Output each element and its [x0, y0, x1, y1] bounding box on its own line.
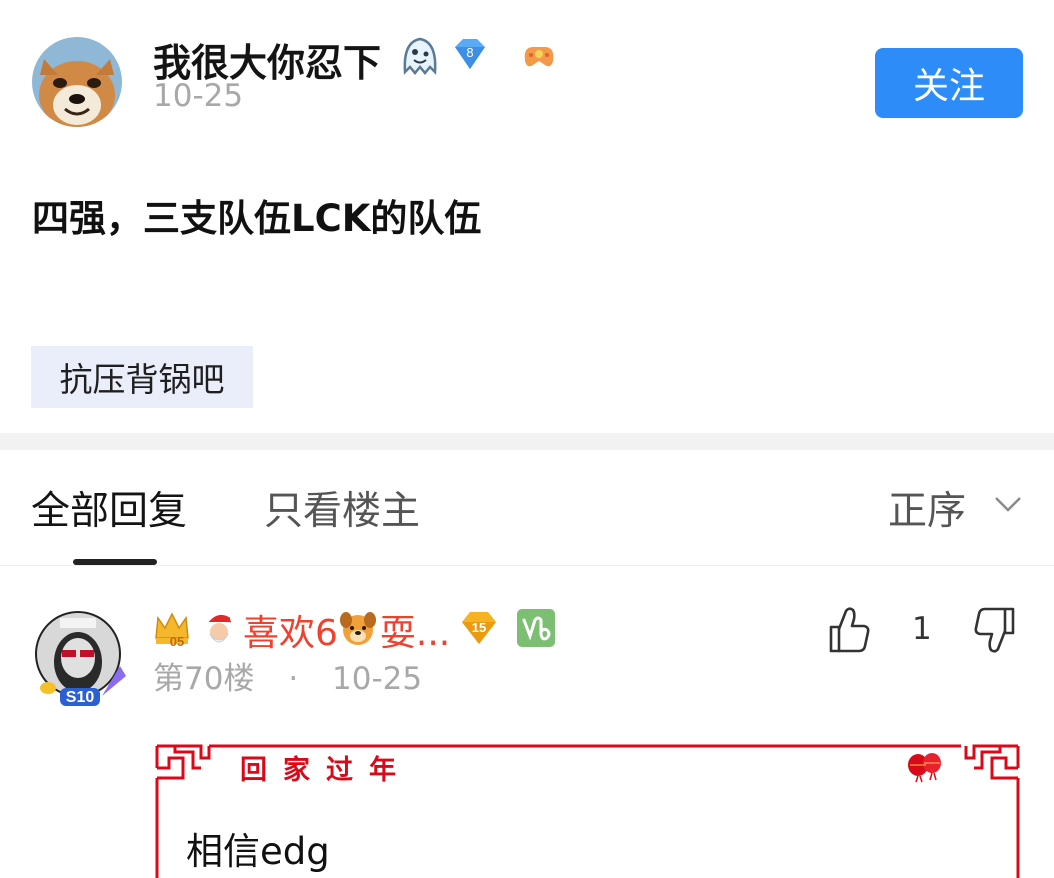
reply-author-row: 05 喜欢6 耍... 15	[153, 605, 556, 655]
santa-emoji-icon	[199, 608, 239, 652]
author-badges: 8	[397, 32, 559, 82]
gamepad-icon	[519, 37, 559, 77]
meta-separator: ·	[288, 661, 299, 697]
reply-tabs: 全部回复 只看楼主 正序	[0, 450, 1054, 566]
chevron-down-icon[interactable]	[992, 492, 1024, 520]
dog-emoji-icon	[338, 608, 378, 652]
post-content: 四强，三支队伍LCK的队伍	[32, 197, 482, 240]
lantern-icon	[904, 747, 946, 787]
tab-op-only[interactable]: 只看楼主	[264, 480, 420, 536]
tab-all-replies[interactable]: 全部回复	[31, 480, 187, 536]
reply-item: S10 05 喜欢6 耍... 15 第70楼 · 10-25 1 回家过年 相…	[0, 567, 1054, 878]
reply-date: 10-25	[332, 661, 423, 697]
avatar-badge-text: S10	[66, 689, 95, 706]
reply-author-name-suffix[interactable]: 耍...	[380, 604, 450, 656]
svg-text:8: 8	[466, 45, 473, 60]
author-avatar[interactable]	[32, 37, 122, 127]
ghost-emoji-icon	[397, 32, 443, 82]
like-count: 1	[912, 611, 932, 647]
post-date: 10-25	[153, 78, 244, 114]
thumbs-up-icon[interactable]	[826, 605, 872, 659]
svg-text:05: 05	[170, 634, 184, 648]
follow-button[interactable]: 关注	[875, 48, 1023, 118]
thumbs-down-icon[interactable]	[972, 605, 1018, 659]
crown-icon: 05	[153, 608, 191, 652]
section-divider	[0, 433, 1054, 450]
post-header: 我很大你忍下 8 10-25 关注	[0, 0, 1054, 150]
frame-title: 回家过年	[240, 755, 412, 786]
reply-meta: 第70楼 · 10-25	[153, 653, 422, 698]
sort-dropdown[interactable]: 正序	[888, 480, 966, 536]
diamond-level-icon: 8	[449, 35, 491, 79]
topic-tag[interactable]: 抗压背锅吧	[31, 346, 253, 408]
reply-avatar[interactable]: S10	[30, 608, 130, 708]
reply-content: 相信edg	[186, 830, 330, 873]
active-tab-indicator	[73, 559, 157, 565]
diamond-level-icon: 15	[458, 608, 500, 652]
reply-author-name[interactable]: 喜欢6	[243, 604, 338, 656]
svg-text:15: 15	[472, 620, 486, 635]
reply-floor: 第70楼	[153, 661, 255, 697]
capricorn-icon	[516, 608, 556, 652]
